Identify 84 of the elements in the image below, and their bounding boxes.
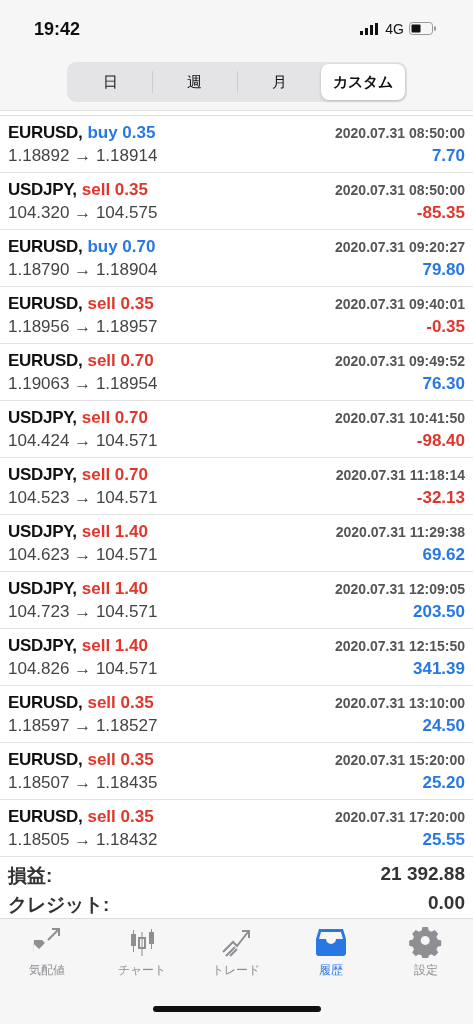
price-range: 1.18505 → 1.18432 (8, 829, 159, 850)
trade-action: sell 0.35 (87, 749, 154, 770)
price-range: 1.19063 → 1.18954 (8, 373, 159, 394)
period-tab[interactable]: カスタム (321, 64, 405, 100)
trade-action: buy 0.35 (87, 122, 156, 143)
symbol-label: USDJPY, (8, 464, 77, 485)
profit-value: -32.13 (415, 487, 465, 508)
profit-value: 69.62 (421, 544, 465, 565)
symbol-label: USDJPY, (8, 179, 77, 200)
profit-value: 25.20 (421, 772, 465, 793)
price-range: 104.424 → 104.571 (8, 430, 159, 451)
trade-time: 2020.07.31 12:09:05 (335, 580, 465, 597)
price-range: 104.623 → 104.571 (8, 544, 159, 565)
price-range: 104.523 → 104.571 (8, 487, 159, 508)
price-range: 1.18956 → 1.18957 (8, 316, 159, 337)
symbol-label: EURUSD, (8, 350, 83, 371)
profit-value: 76.30 (421, 373, 465, 394)
trade-time: 2020.07.31 15:20:00 (335, 751, 465, 768)
inbox-icon (314, 926, 349, 958)
period-tab[interactable]: 月 (237, 64, 321, 100)
tab-bar-item[interactable]: 履歴 (283, 925, 379, 980)
symbol-label: EURUSD, (8, 806, 83, 827)
price-range: 104.723 → 104.571 (8, 601, 159, 622)
network-label: 4G (385, 21, 404, 37)
trade-action: sell 0.70 (87, 350, 154, 371)
period-tab[interactable]: 週 (153, 64, 237, 100)
trade-time: 2020.07.31 10:41:50 (335, 409, 465, 426)
trade-time: 2020.07.31 11:29:38 (335, 523, 465, 540)
symbol-label: EURUSD, (8, 692, 83, 713)
price-range: 104.320 → 104.575 (8, 202, 159, 223)
trade-time: 2020.07.31 13:10:00 (335, 694, 465, 711)
symbol-label: EURUSD, (8, 749, 83, 770)
period-tab[interactable]: 日 (68, 64, 152, 100)
symbol-label: EURUSD, (8, 122, 83, 143)
signal-icon (360, 23, 381, 35)
symbol-label: USDJPY, (8, 635, 77, 656)
price-range: 1.18597 → 1.18527 (8, 715, 159, 736)
tab-bar-item[interactable]: トレード (189, 925, 284, 980)
symbol-label: EURUSD, (8, 293, 83, 314)
price-range: 104.826 → 104.571 (8, 658, 159, 679)
trade-action: sell 1.40 (81, 521, 148, 542)
trade-action: sell 0.35 (81, 179, 148, 200)
trade-action: sell 1.40 (81, 635, 148, 656)
price-range: 1.18507 → 1.18435 (8, 772, 159, 793)
trade-action: sell 0.70 (81, 464, 148, 485)
summary-label: クレジット: (8, 892, 111, 917)
trade-time: 2020.07.31 12:15:50 (335, 637, 465, 654)
symbol-label: USDJPY, (8, 578, 77, 599)
profit-value: -85.35 (415, 202, 465, 223)
trade-time: 2020.07.31 08:50:00 (335, 124, 465, 141)
summary-value: 0.00 (427, 891, 465, 915)
trade-action: sell 1.40 (81, 578, 148, 599)
profit-value: 341.39 (412, 658, 465, 679)
profit-value: -98.40 (415, 430, 465, 451)
summary-label: 損益: (8, 864, 54, 888)
profit-value: 203.50 (412, 601, 465, 622)
status-time: 19:42 (34, 18, 81, 40)
trade-action: sell 0.35 (87, 806, 154, 827)
trade-action: sell 0.35 (87, 692, 154, 713)
summary-value: 21 392.88 (380, 863, 465, 886)
profit-value: 25.55 (421, 829, 465, 850)
symbol-label: USDJPY, (8, 407, 77, 428)
trade-time: 2020.07.31 09:49:52 (335, 352, 465, 369)
symbol-label: EURUSD, (8, 236, 83, 257)
battery-icon (409, 22, 437, 36)
trade-time: 2020.07.31 09:40:01 (335, 295, 465, 312)
price-range: 1.18892 → 1.18914 (8, 145, 159, 166)
trade-action: buy 0.70 (87, 236, 156, 257)
symbol-label: USDJPY, (8, 521, 77, 542)
profit-value: 79.80 (421, 259, 465, 280)
tab-bar-item[interactable]: 設定 (378, 925, 473, 980)
tab-bar-item[interactable]: 気配値 (0, 925, 95, 980)
settings-icon (408, 926, 443, 958)
price-range: 1.18790 → 1.18904 (8, 259, 159, 280)
profit-value: 7.70 (430, 145, 465, 166)
trade-time: 2020.07.31 11:18:14 (335, 466, 465, 483)
trade-action: sell 0.70 (81, 407, 148, 428)
profit-value: -0.35 (425, 316, 465, 337)
tab-bar-item[interactable]: チャート (94, 925, 190, 980)
trade-action: sell 0.35 (87, 293, 154, 314)
profit-value: 24.50 (421, 715, 465, 736)
trade-time: 2020.07.31 09:20:27 (335, 238, 465, 255)
trade-time: 2020.07.31 17:20:00 (335, 808, 465, 825)
trade-time: 2020.07.31 08:50:00 (335, 181, 465, 198)
